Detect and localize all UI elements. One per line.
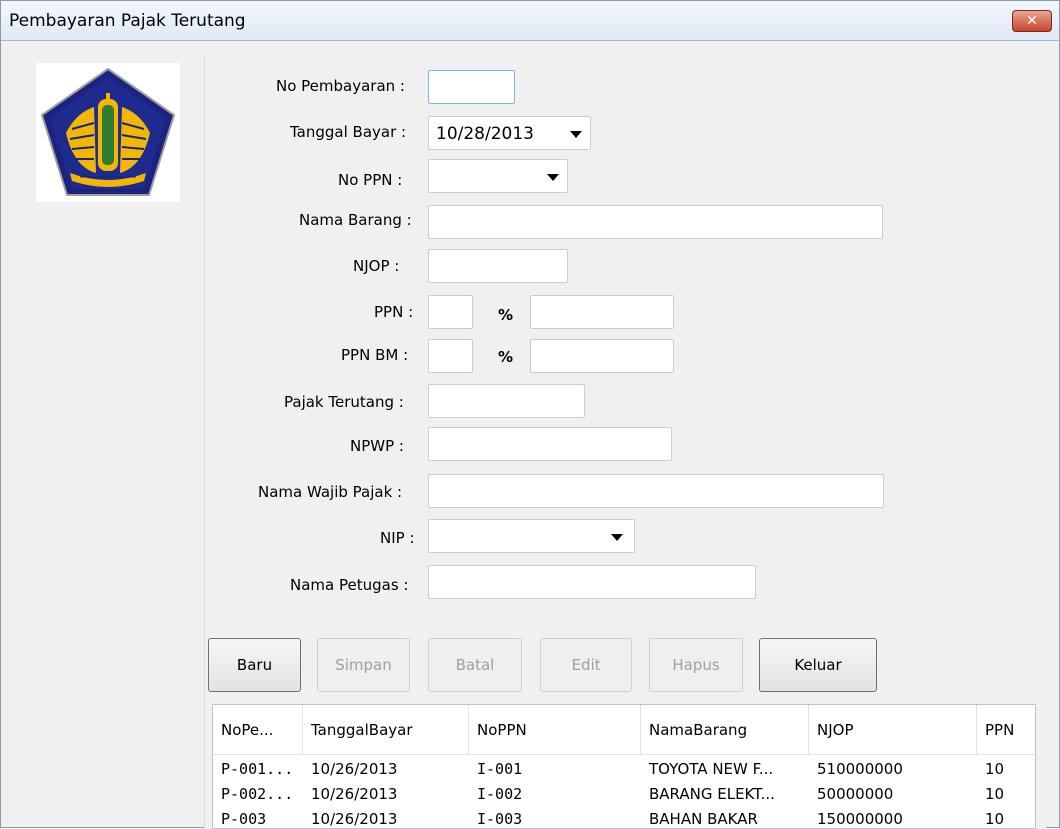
simpan-button[interactable]: Simpan xyxy=(317,638,410,692)
tanggal-bayar-value: 10/28/2013 xyxy=(436,124,534,144)
edit-button[interactable]: Edit xyxy=(540,638,632,692)
cell-tanggalbayar: 10/26/2013 xyxy=(311,810,398,828)
cell-namabarang: BAHAN BAKAR xyxy=(649,810,758,828)
window-title: Pembayaran Pajak Terutang xyxy=(9,11,246,31)
cell-tanggalbayar: 10/26/2013 xyxy=(311,785,398,803)
table-row[interactable]: P-003 10/26/2013 I-003 BAHAN BAKAR 15000… xyxy=(213,807,1035,828)
cell-njop: 510000000 xyxy=(817,760,903,778)
nama-barang-input[interactable] xyxy=(428,205,883,239)
ppn-label: PPN : xyxy=(374,303,414,321)
nip-label: NIP : xyxy=(380,529,415,547)
no-ppn-select[interactable] xyxy=(428,159,568,193)
cell-namabarang: BARANG ELEKT... xyxy=(649,785,775,803)
cell-noppn: I-003 xyxy=(477,810,523,828)
col-header-noppn[interactable]: NoPPN xyxy=(469,705,641,755)
pajak-terutang-label: Pajak Terutang : xyxy=(284,393,404,411)
kemenkeu-logo xyxy=(36,63,180,202)
cell-njop: 150000000 xyxy=(817,810,903,828)
npwp-label: NPWP : xyxy=(350,437,404,455)
no-ppn-label: No PPN : xyxy=(338,171,403,189)
chevron-down-icon[interactable] xyxy=(547,174,559,181)
nip-select[interactable] xyxy=(428,519,635,553)
ppn-percent-sign: % xyxy=(498,306,514,324)
cell-tanggalbayar: 10/26/2013 xyxy=(311,760,398,778)
keluar-button[interactable]: Keluar xyxy=(759,638,877,692)
col-header-namabarang[interactable]: NamaBarang xyxy=(641,705,809,755)
title-bar: Pembayaran Pajak Terutang ✕ xyxy=(1,1,1059,41)
cell-nopembayaran: P-002... xyxy=(221,785,294,803)
cell-nopembayaran: P-003 xyxy=(221,810,267,828)
ppnbm-percent-sign: % xyxy=(498,348,514,366)
baru-button[interactable]: Baru xyxy=(208,638,301,692)
ppn-percent-input[interactable] xyxy=(428,295,473,329)
table-row[interactable]: P-002... 10/26/2013 I-002 BARANG ELEKT..… xyxy=(213,782,1035,806)
cell-namabarang: TOYOTA NEW F... xyxy=(649,760,774,778)
col-header-njop[interactable]: NJOP xyxy=(809,705,977,755)
cell-ppn: 10 xyxy=(985,760,1005,778)
close-icon: ✕ xyxy=(1026,13,1038,29)
ppnbm-amount-input[interactable] xyxy=(530,339,674,373)
payments-table[interactable]: NoPe... TanggalBayar NoPPN NamaBarang NJ… xyxy=(212,704,1036,829)
col-header-nopembayaran[interactable]: NoPe... xyxy=(213,705,303,755)
tanggal-bayar-datepicker[interactable]: 10/28/2013 xyxy=(428,116,591,150)
chevron-down-icon[interactable] xyxy=(611,534,623,541)
kemenkeu-emblem-icon xyxy=(40,67,176,196)
col-header-tanggalbayar[interactable]: TanggalBayar xyxy=(303,705,469,755)
cell-ppn: 10 xyxy=(985,810,1005,828)
nama-petugas-label: Nama Petugas : xyxy=(290,576,409,594)
pajak-terutang-input[interactable] xyxy=(428,384,585,418)
tanggal-bayar-label: Tanggal Bayar : xyxy=(290,123,407,141)
hapus-button[interactable]: Hapus xyxy=(649,638,743,692)
njop-input[interactable] xyxy=(428,249,568,283)
app-window: Pembayaran Pajak Terutang ✕ No Pembayara… xyxy=(0,0,1060,829)
njop-label: NJOP : xyxy=(353,257,400,275)
cell-nopembayaran: P-001... xyxy=(221,760,294,778)
cell-ppn: 10 xyxy=(985,785,1005,803)
table-header: NoPe... TanggalBayar NoPPN NamaBarang NJ… xyxy=(213,705,1035,755)
ppnbm-label: PPN BM : xyxy=(341,346,409,364)
table-row[interactable]: P-001... 10/26/2013 I-001 TOYOTA NEW F..… xyxy=(213,757,1035,781)
chevron-down-icon[interactable] xyxy=(570,131,582,138)
nama-petugas-input[interactable] xyxy=(428,565,756,599)
close-button[interactable]: ✕ xyxy=(1012,10,1052,32)
no-pembayaran-input[interactable] xyxy=(428,70,515,104)
batal-button[interactable]: Batal xyxy=(428,638,522,692)
npwp-input[interactable] xyxy=(428,427,672,461)
no-pembayaran-label: No Pembayaran : xyxy=(276,77,405,95)
nama-wajib-pajak-label: Nama Wajib Pajak : xyxy=(258,483,403,501)
nama-wajib-pajak-input[interactable] xyxy=(428,474,884,508)
ppn-amount-input[interactable] xyxy=(530,295,674,329)
cell-noppn: I-002 xyxy=(477,785,523,803)
col-header-ppn[interactable]: PPN xyxy=(977,705,1035,755)
nama-barang-label: Nama Barang : xyxy=(299,211,412,229)
cell-noppn: I-001 xyxy=(477,760,523,778)
cell-njop: 50000000 xyxy=(817,785,894,803)
ppnbm-percent-input[interactable] xyxy=(428,339,473,373)
